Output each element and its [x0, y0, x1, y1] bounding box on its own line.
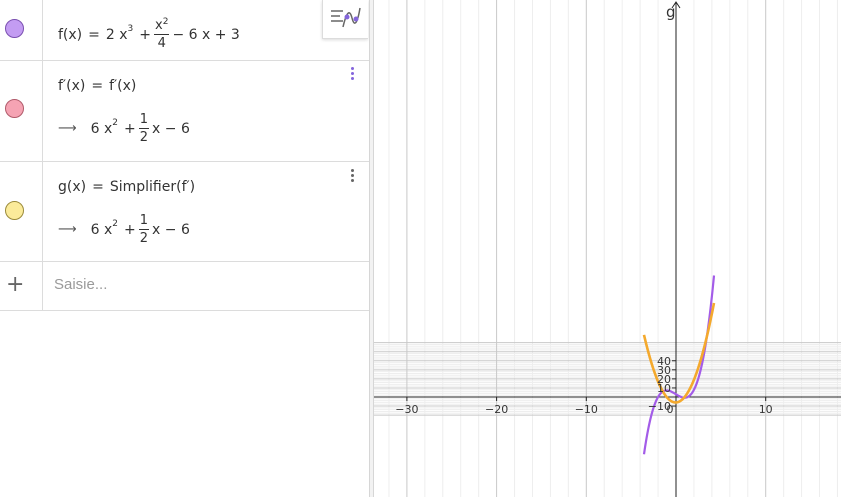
x-tick-label: −20	[485, 403, 508, 416]
plus-sign: +	[139, 26, 151, 43]
exponent: 2	[112, 117, 119, 128]
y-tick-label: −10	[648, 400, 671, 413]
algebra-row-f[interactable]: f(x) = 2 x3 + x2 4 − 6 x + 3	[0, 0, 369, 61]
plus-sign: +	[124, 120, 136, 137]
expression-rest: − 6 x + 3	[172, 26, 240, 43]
plus-sign: +	[124, 221, 136, 238]
fraction-numerator: x	[155, 18, 163, 33]
rhs-f-prime: f′(x)	[109, 78, 137, 94]
more-options-icon[interactable]	[351, 169, 355, 182]
visibility-marble-f[interactable]	[5, 19, 24, 38]
more-options-icon[interactable]	[351, 67, 355, 80]
toggle-style-bar-button[interactable]	[322, 0, 368, 39]
fraction-denominator: 4	[157, 36, 166, 51]
definition-f-prime[interactable]: f′(x) = f′(x)	[58, 78, 136, 94]
equals-sign: =	[92, 179, 104, 195]
lhs-f-prime: f′(x)	[58, 78, 86, 94]
exponent: 3	[127, 23, 134, 34]
expression-rest: x − 6	[152, 120, 190, 137]
exponent: 2	[162, 17, 169, 27]
y-tick-label: 10	[657, 382, 671, 395]
x-tick-label: −30	[395, 403, 418, 416]
lhs-f: f(x)	[58, 26, 83, 43]
output-arrow-icon: ⟶	[58, 121, 77, 136]
fraction-numerator: 1	[138, 112, 150, 129]
fraction: 1 2	[138, 213, 150, 246]
rhs-g: Simplifier(f′)	[109, 179, 196, 195]
graph-canvas[interactable]: −30 −20 −10 0 1040302010−10 g	[374, 0, 841, 497]
algebra-row-f-prime[interactable]: f′(x) = f′(x) ⟶ 6 x2 + 1 2 x − 6	[0, 61, 369, 162]
marble-column	[0, 61, 43, 161]
x-tick-label: 10	[759, 403, 773, 416]
graph-style-icon	[331, 7, 361, 28]
expression-rest: x − 6	[152, 221, 190, 238]
term: 6 x	[90, 221, 113, 238]
output-arrow-icon: ⟶	[58, 222, 77, 237]
marble-column	[0, 0, 43, 60]
output-f-prime: ⟶ 6 x2 + 1 2 x − 6	[58, 113, 190, 144]
marble-column: +	[0, 262, 43, 310]
fraction-denominator: 2	[139, 130, 149, 145]
term: 6 x	[90, 120, 113, 137]
fraction-denominator: 2	[139, 231, 149, 246]
graphics-view[interactable]: −30 −20 −10 0 10 40 30 20 10 −10 g	[374, 0, 841, 497]
term: 2 x	[105, 26, 128, 43]
expression-f[interactable]: f(x) = 2 x3 + x2 4 − 6 x + 3	[58, 17, 240, 51]
lhs-g: g(x)	[58, 179, 87, 195]
equals-sign: =	[88, 26, 100, 43]
algebra-row-g[interactable]: g(x) = Simplifier(f′) ⟶ 6 x2 + 1 2 x − 6	[0, 162, 369, 262]
fraction: 1 2	[138, 112, 150, 145]
output-g: ⟶ 6 x2 + 1 2 x − 6	[58, 214, 190, 245]
plus-icon[interactable]: +	[6, 274, 24, 296]
exponent: 2	[112, 218, 119, 229]
equals-sign: =	[91, 78, 104, 94]
algebra-view: f(x) = 2 x3 + x2 4 − 6 x + 3 f′(x) = f′(…	[0, 0, 369, 497]
fraction: x2 4	[154, 17, 170, 51]
visibility-marble-g[interactable]	[5, 201, 24, 220]
curve-label-g: g	[666, 3, 676, 21]
algebra-input-row[interactable]: + Saisie...	[0, 262, 369, 311]
visibility-marble-f-prime[interactable]	[5, 99, 24, 118]
input-field[interactable]: Saisie...	[54, 276, 107, 293]
definition-g[interactable]: g(x) = Simplifier(f′)	[58, 179, 195, 195]
marble-column	[0, 162, 43, 261]
fraction-numerator: 1	[138, 213, 150, 230]
x-tick-label: −10	[575, 403, 598, 416]
